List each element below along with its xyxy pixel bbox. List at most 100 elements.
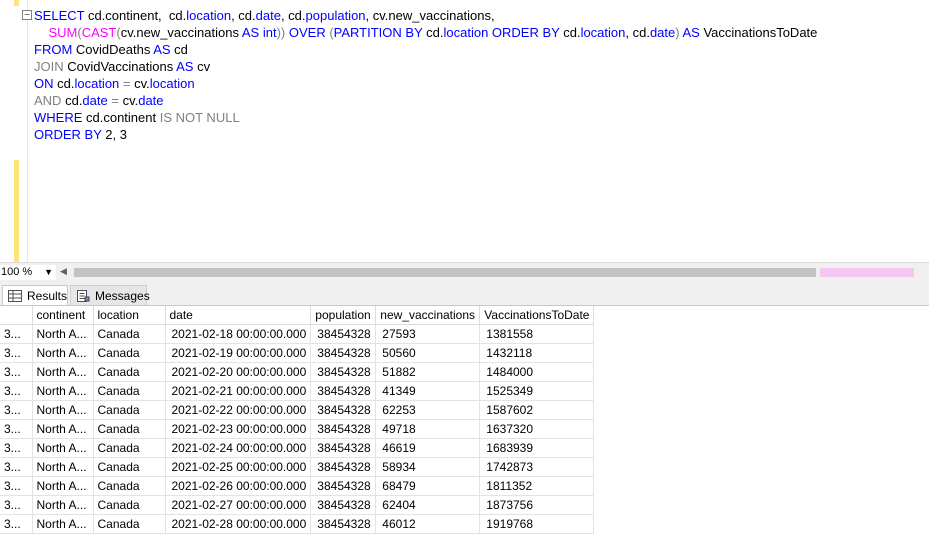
- cell-continent[interactable]: North A...: [32, 457, 94, 477]
- row-header-corner[interactable]: [0, 306, 33, 325]
- cell-date[interactable]: 2021-02-19 00:00:00.000: [165, 343, 312, 363]
- cell-new-vaccinations[interactable]: 49718: [375, 419, 481, 439]
- cell-date[interactable]: 2021-02-24 00:00:00.000: [165, 438, 312, 458]
- table-row[interactable]: 3... North A... Canada 2021-02-22 00:00:00.…: [0, 400, 595, 420]
- table-row[interactable]: 3... North A... Canada 2021-02-28 00:00:00.…: [0, 514, 595, 534]
- cell-location[interactable]: Canada: [93, 324, 166, 344]
- cell-population[interactable]: 38454328: [310, 495, 377, 515]
- column-header-date[interactable]: date: [165, 306, 312, 325]
- row-number[interactable]: 3...: [0, 381, 33, 401]
- cell-location[interactable]: Canada: [93, 495, 166, 515]
- table-row[interactable]: 3... North A... Canada 2021-02-24 00:00:00.…: [0, 438, 595, 458]
- cell-population[interactable]: 38454328: [310, 400, 377, 420]
- cell-continent[interactable]: North A...: [32, 476, 94, 496]
- cell-vaccinations-to-date[interactable]: 1587602: [479, 400, 595, 420]
- cell-new-vaccinations[interactable]: 62404: [375, 495, 481, 515]
- cell-new-vaccinations[interactable]: 41349: [375, 381, 481, 401]
- cell-population[interactable]: 38454328: [310, 381, 377, 401]
- column-header-vaccinations-to-date[interactable]: VaccinationsToDate: [479, 306, 595, 325]
- cell-location[interactable]: Canada: [93, 381, 166, 401]
- code-line[interactable]: SELECT cd.continent, cd.location, cd.dat…: [34, 7, 817, 24]
- table-row[interactable]: 3... North A... Canada 2021-02-18 00:00:00.…: [0, 324, 595, 344]
- row-number[interactable]: 3...: [0, 514, 33, 534]
- cell-vaccinations-to-date[interactable]: 1811352: [479, 476, 595, 496]
- cell-location[interactable]: Canada: [93, 343, 166, 363]
- sql-editor[interactable]: − SELECT cd.continent, cd.location, cd.d…: [0, 0, 929, 262]
- cell-population[interactable]: 38454328: [310, 476, 377, 496]
- row-number[interactable]: 3...: [0, 343, 33, 363]
- code-line[interactable]: AND cd.date = cv.date: [34, 92, 817, 109]
- cell-continent[interactable]: North A...: [32, 400, 94, 420]
- horizontal-scrollbar[interactable]: ◀: [58, 265, 918, 280]
- cell-location[interactable]: Canada: [93, 400, 166, 420]
- cell-population[interactable]: 38454328: [310, 343, 377, 363]
- results-grid[interactable]: continent location date population new_v…: [0, 306, 929, 541]
- cell-date[interactable]: 2021-02-20 00:00:00.000: [165, 362, 312, 382]
- column-header-location[interactable]: location: [93, 306, 166, 325]
- code-line[interactable]: ORDER BY 2, 3: [34, 126, 817, 143]
- tab-results[interactable]: Results: [2, 285, 68, 305]
- table-row[interactable]: 3... North A... Canada 2021-02-21 00:00:00.…: [0, 381, 595, 401]
- table-row[interactable]: 3... North A... Canada 2021-02-27 00:00:00.…: [0, 495, 595, 515]
- cell-vaccinations-to-date[interactable]: 1742873: [479, 457, 595, 477]
- cell-new-vaccinations[interactable]: 50560: [375, 343, 481, 363]
- row-number[interactable]: 3...: [0, 419, 33, 439]
- row-number[interactable]: 3...: [0, 324, 33, 344]
- column-header-new-vaccinations[interactable]: new_vaccinations: [375, 306, 481, 325]
- cell-new-vaccinations[interactable]: 27593: [375, 324, 481, 344]
- scrollbar-thumb[interactable]: [74, 268, 816, 277]
- table-row[interactable]: 3... North A... Canada 2021-02-25 00:00:00.…: [0, 457, 595, 477]
- cell-location[interactable]: Canada: [93, 438, 166, 458]
- row-number[interactable]: 3...: [0, 476, 33, 496]
- scroll-left-icon[interactable]: ◀: [60, 265, 67, 280]
- cell-date[interactable]: 2021-02-22 00:00:00.000: [165, 400, 312, 420]
- cell-population[interactable]: 38454328: [310, 457, 377, 477]
- cell-location[interactable]: Canada: [93, 457, 166, 477]
- cell-continent[interactable]: North A...: [32, 343, 94, 363]
- cell-vaccinations-to-date[interactable]: 1484000: [479, 362, 595, 382]
- cell-continent[interactable]: North A...: [32, 495, 94, 515]
- table-row[interactable]: 3... North A... Canada 2021-02-19 00:00:00.…: [0, 343, 595, 363]
- cell-population[interactable]: 38454328: [310, 419, 377, 439]
- cell-continent[interactable]: North A...: [32, 514, 94, 534]
- cell-new-vaccinations[interactable]: 62253: [375, 400, 481, 420]
- column-header-continent[interactable]: continent: [32, 306, 94, 325]
- cell-continent[interactable]: North A...: [32, 362, 94, 382]
- cell-location[interactable]: Canada: [93, 514, 166, 534]
- code-line[interactable]: ON cd.location = cv.location: [34, 75, 817, 92]
- code-line[interactable]: JOIN CovidVaccinations AS cv: [34, 58, 817, 75]
- cell-population[interactable]: 38454328: [310, 514, 377, 534]
- row-number[interactable]: 3...: [0, 457, 33, 477]
- collapse-region-icon[interactable]: −: [22, 10, 32, 20]
- table-row[interactable]: 3... North A... Canada 2021-02-20 00:00:00.…: [0, 362, 595, 382]
- cell-date[interactable]: 2021-02-18 00:00:00.000: [165, 324, 312, 344]
- row-number[interactable]: 3...: [0, 438, 33, 458]
- cell-new-vaccinations[interactable]: 46619: [375, 438, 481, 458]
- cell-new-vaccinations[interactable]: 46012: [375, 514, 481, 534]
- code-line[interactable]: WHERE cd.continent IS NOT NULL: [34, 109, 817, 126]
- cell-vaccinations-to-date[interactable]: 1637320: [479, 419, 595, 439]
- cell-continent[interactable]: North A...: [32, 419, 94, 439]
- cell-continent[interactable]: North A...: [32, 438, 94, 458]
- table-row[interactable]: 3... North A... Canada 2021-02-23 00:00:00.…: [0, 419, 595, 439]
- cell-population[interactable]: 38454328: [310, 438, 377, 458]
- cell-population[interactable]: 38454328: [310, 324, 377, 344]
- cell-vaccinations-to-date[interactable]: 1919768: [479, 514, 595, 534]
- cell-continent[interactable]: North A...: [32, 381, 94, 401]
- cell-date[interactable]: 2021-02-28 00:00:00.000: [165, 514, 312, 534]
- cell-vaccinations-to-date[interactable]: 1432118: [479, 343, 595, 363]
- code-line[interactable]: FROM CovidDeaths AS cd: [34, 41, 817, 58]
- cell-vaccinations-to-date[interactable]: 1381558: [479, 324, 595, 344]
- cell-new-vaccinations[interactable]: 51882: [375, 362, 481, 382]
- cell-new-vaccinations[interactable]: 58934: [375, 457, 481, 477]
- cell-location[interactable]: Canada: [93, 419, 166, 439]
- cell-date[interactable]: 2021-02-23 00:00:00.000: [165, 419, 312, 439]
- cell-population[interactable]: 38454328: [310, 362, 377, 382]
- row-number[interactable]: 3...: [0, 495, 33, 515]
- cell-date[interactable]: 2021-02-21 00:00:00.000: [165, 381, 312, 401]
- cell-vaccinations-to-date[interactable]: 1873756: [479, 495, 595, 515]
- chevron-down-icon[interactable]: ▼: [44, 265, 53, 280]
- cell-vaccinations-to-date[interactable]: 1525349: [479, 381, 595, 401]
- cell-location[interactable]: Canada: [93, 362, 166, 382]
- cell-continent[interactable]: North A...: [32, 324, 94, 344]
